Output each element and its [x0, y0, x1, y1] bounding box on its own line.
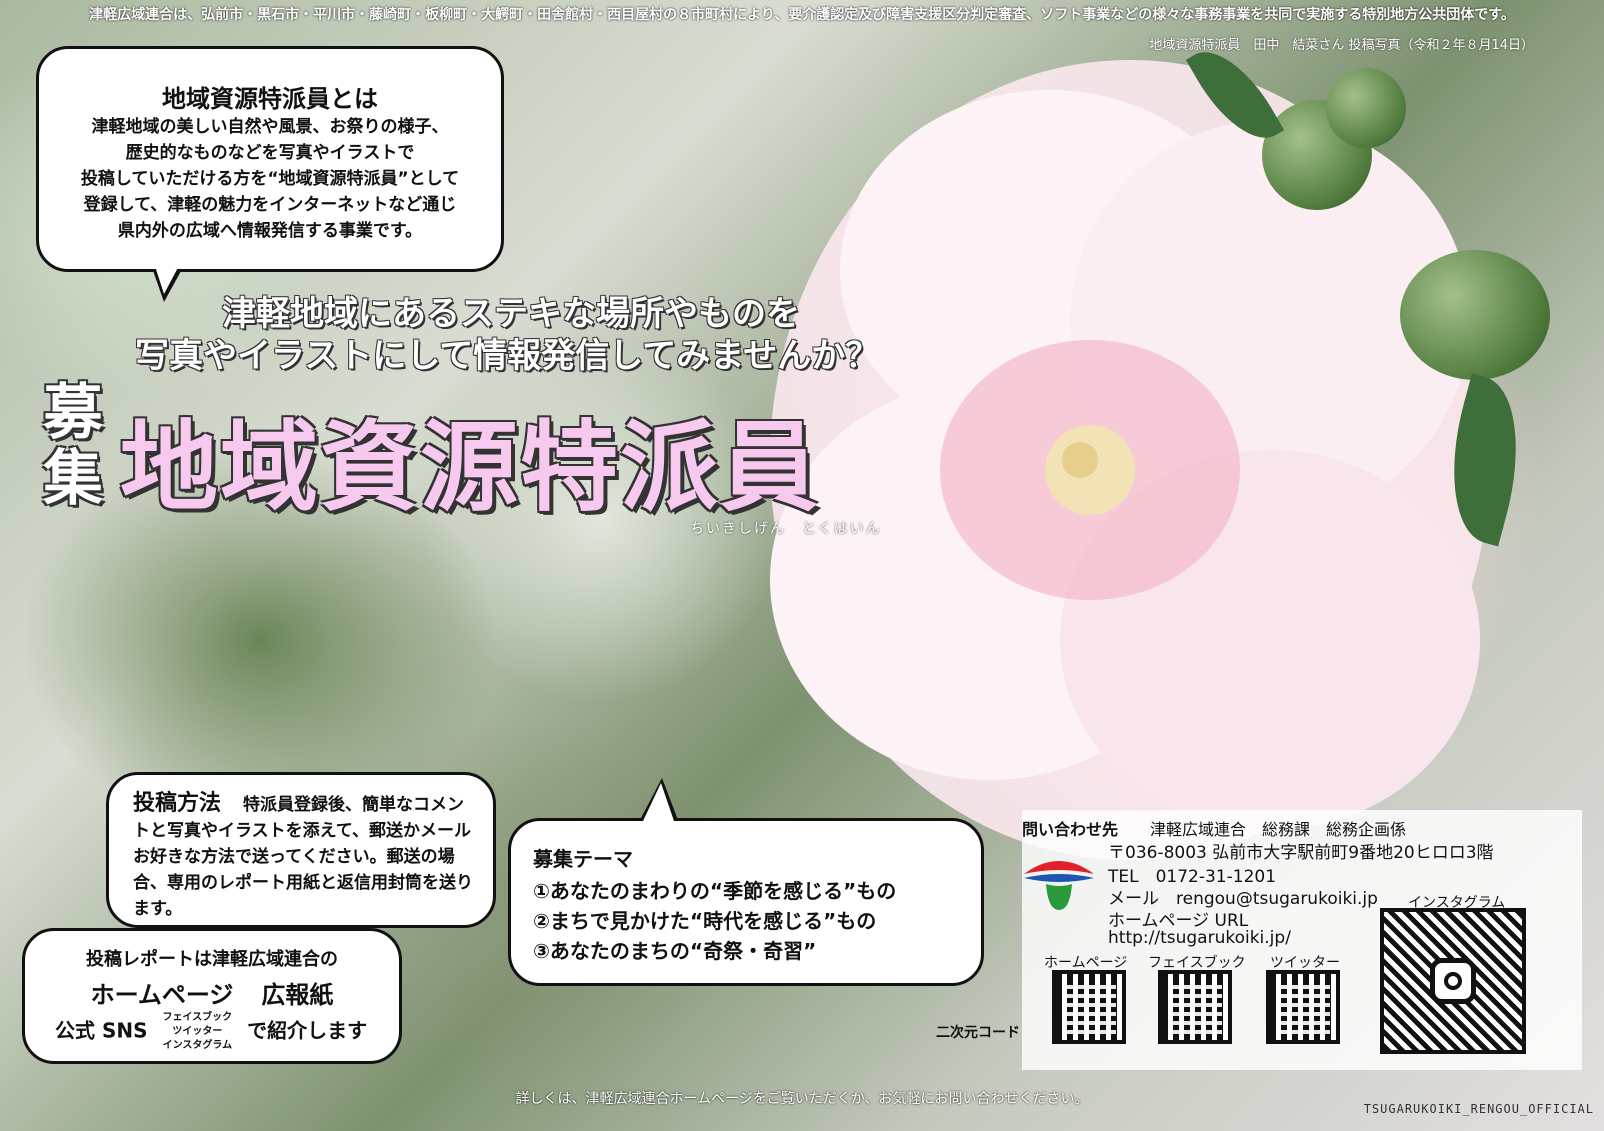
flower-bud — [1326, 68, 1406, 148]
speech-bubble-tail-fill — [643, 783, 674, 821]
definition-line: 津軽地域の美しい自然や風景、お祭りの様子、 — [91, 117, 449, 137]
media-newsletter: 広報紙 — [261, 981, 334, 1009]
submission-method-bubble: 投稿方法 特派員登録後、簡単なコメントと写真やイラストを添えて、郵送かメールお好き… — [106, 772, 496, 928]
sns-twitter: ツイッター — [172, 1026, 223, 1037]
contact-organization: 津軽広域連合 総務課 総務企画係 — [1150, 820, 1407, 839]
lead-copy-line2: 写真やイラストにして情報発信してみませんか？ — [135, 336, 880, 376]
instagram-icon — [1430, 958, 1476, 1004]
qr-caption: 二次元コード — [936, 1025, 1020, 1041]
qr-label-facebook: フェイスブック — [1148, 955, 1246, 971]
recruiting-label: 募 集 — [38, 380, 108, 512]
qr-label-twitter: ツイッター — [1270, 955, 1340, 971]
main-title: 地域資源特派員 — [120, 411, 821, 525]
sns-instagram: インスタグラム — [162, 1040, 233, 1051]
homepage-qr-code[interactable] — [1052, 970, 1126, 1044]
sns-prefix: 公式 SNS — [55, 1018, 148, 1043]
contact-url[interactable]: http://tsugarukoiki.jp/ — [1108, 928, 1291, 948]
theme-speech-bubble: 募集テーマ ①あなたのまわりの“季節を感じる”もの ②まちで見かけた“時代を感じ… — [508, 818, 984, 986]
speech-bubble-tail-fill — [153, 260, 182, 294]
hibiscus-flower-illustration — [770, 60, 1490, 860]
media-homepage: ホームページ — [90, 981, 234, 1009]
report-suffix: で紹介します — [247, 1018, 368, 1043]
theme-item: ③あなたのまちの“奇祭・奇習” — [533, 939, 817, 963]
photo-credit: 地域資源特派員 田中 結菜さん 投稿写真（令和２年８月14日） — [1149, 38, 1534, 53]
definition-title: 地域資源特派員とは — [162, 85, 378, 113]
theme-title: 募集テーマ — [533, 847, 633, 871]
qr-label-homepage: ホームページ — [1044, 955, 1128, 971]
report-media: ホームページ 広報紙 — [25, 975, 399, 1010]
contact-label: 問い合わせ先 — [1022, 820, 1119, 839]
definition-line: 登録して、津軽の魅力をインターネットなど通じ — [83, 195, 457, 215]
recruiting-char: 集 — [43, 444, 103, 514]
definition-line: 歴史的なものなどを写真やイラストで — [125, 143, 415, 163]
title-furigana: ちいきしげん とくはいん — [690, 521, 882, 537]
submission-method-text: 投稿方法 特派員登録後、簡単なコメントと写真やイラストを添えて、郵送かメールお好き… — [133, 791, 479, 922]
definition-line: 県内外の広域へ情報発信する事業です。 — [117, 221, 423, 241]
submission-method-heading: 投稿方法 — [133, 791, 222, 816]
instagram-qr-code[interactable] — [1380, 908, 1526, 1054]
flower-bud — [1400, 250, 1550, 380]
theme-item: ①あなたのまわりの“季節を感じる”もの — [533, 879, 897, 903]
definition-speech-bubble: 地域資源特派員とは 津軽地域の美しい自然や風景、お祭りの様子、 歴史的なものなど… — [36, 46, 504, 272]
definition-line: 投稿していただける方を“地域資源特派員”として — [80, 169, 460, 189]
tsugaru-koiki-logo-icon — [1024, 861, 1094, 910]
sns-handle: TSUGARUKOIKI_RENGOU_OFFICIAL — [1363, 1102, 1594, 1116]
organization-notice: 津軽広域連合は、弘前市・黒石市・平川市・藤崎町・板柳町・大鰐町・田舎館村・西目屋… — [89, 7, 1515, 23]
contact-address: 〒036-8003 弘前市大字駅前町9番地20ヒロロ3階 — [1108, 843, 1494, 863]
sns-list: フェイスブック ツイッター インスタグラム — [162, 1011, 232, 1053]
sns-facebook: フェイスブック — [162, 1012, 233, 1023]
facebook-qr-code[interactable] — [1158, 970, 1232, 1044]
report-sns-line: 公式 SNS フェイスブック ツイッター インスタグラム で紹介します — [55, 1011, 367, 1053]
report-publication-bubble: 投稿レポートは津軽広域連合の ホームページ 広報紙 公式 SNS フェイスブック … — [22, 928, 402, 1064]
recruiting-char: 募 — [43, 378, 103, 448]
report-line1: 投稿レポートは津軽広域連合の — [86, 949, 338, 970]
theme-item: ②まちで見かけた“時代を感じる”もの — [533, 909, 877, 933]
twitter-qr-code[interactable] — [1266, 970, 1340, 1044]
